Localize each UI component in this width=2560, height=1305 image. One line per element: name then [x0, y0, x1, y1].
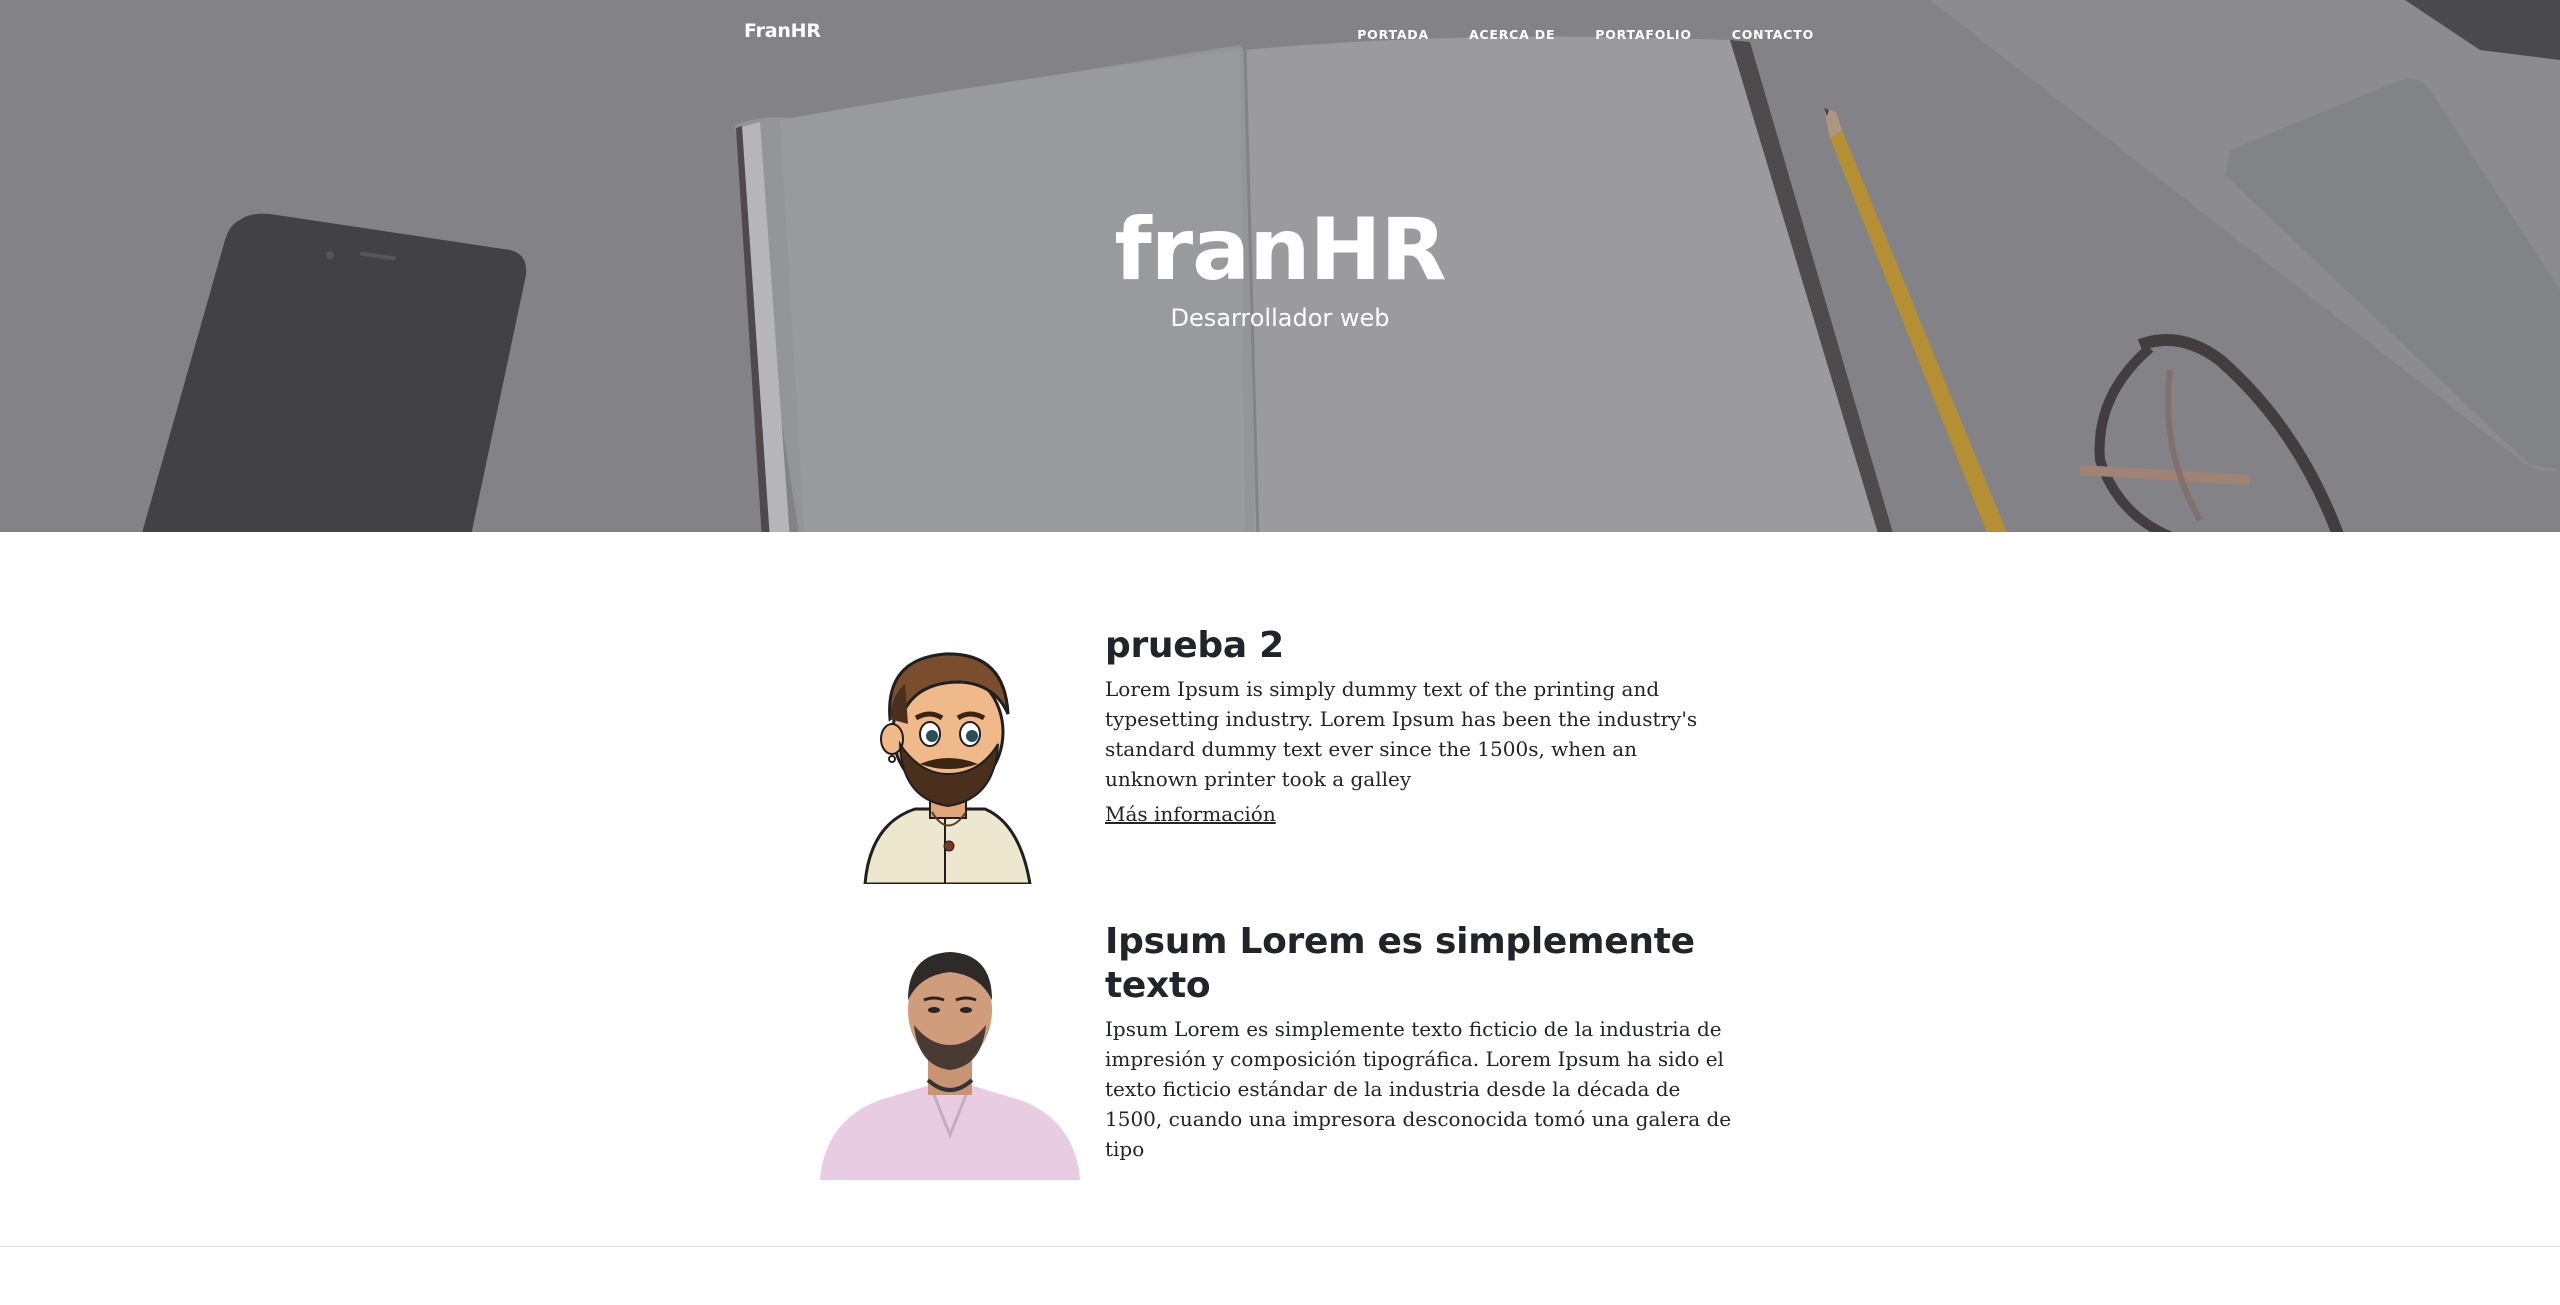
cartoon-avatar-image[interactable] — [820, 624, 1080, 884]
hero-title: franHR — [1114, 200, 1446, 300]
main-navbar: FranHR PORTADA ACERCA DE PORTAFOLIO CONT… — [0, 0, 2560, 64]
content-divider — [0, 1246, 2560, 1247]
hero-heading: franHR Desarrollador web — [0, 200, 2560, 332]
nav-link-portafolio[interactable]: PORTAFOLIO — [1595, 27, 1692, 42]
nav-item: PORTAFOLIO — [1595, 24, 1692, 43]
profile-photo-image[interactable] — [820, 920, 1080, 1180]
hero-subtitle: Desarrollador web — [1170, 304, 1390, 332]
post-body: prueba 2 Lorem Ipsum is simply dummy tex… — [1105, 624, 1745, 826]
nav-item: PORTADA — [1357, 24, 1429, 43]
brand-logo-link[interactable]: FranHR — [744, 20, 821, 42]
nav-item: ACERCA DE — [1469, 24, 1555, 43]
more-info-link[interactable]: Más información — [1105, 802, 1276, 826]
nav-link-acerca-de[interactable]: ACERCA DE — [1469, 27, 1555, 42]
post-excerpt: Ipsum Lorem es simplemente texto fictici… — [1105, 1017, 1732, 1161]
nav-links: PORTADA ACERCA DE PORTAFOLIO CONTACTO — [1357, 24, 1814, 43]
nav-link-portada[interactable]: PORTADA — [1357, 27, 1429, 42]
post-body: Ipsum Lorem es simplemente texto Ipsum L… — [1105, 920, 1745, 1164]
main-content: prueba 2 Lorem Ipsum is simply dummy tex… — [0, 532, 2560, 1248]
post-excerpt: Lorem Ipsum is simply dummy text of the … — [1105, 677, 1698, 791]
post-title: Ipsum Lorem es simplemente texto — [1105, 921, 1695, 1006]
nav-link-contacto[interactable]: CONTACTO — [1732, 27, 1814, 42]
nav-item: CONTACTO — [1732, 24, 1814, 43]
post-title: prueba 2 — [1105, 625, 1284, 666]
hero-header: FranHR PORTADA ACERCA DE PORTAFOLIO CONT… — [0, 0, 2560, 532]
